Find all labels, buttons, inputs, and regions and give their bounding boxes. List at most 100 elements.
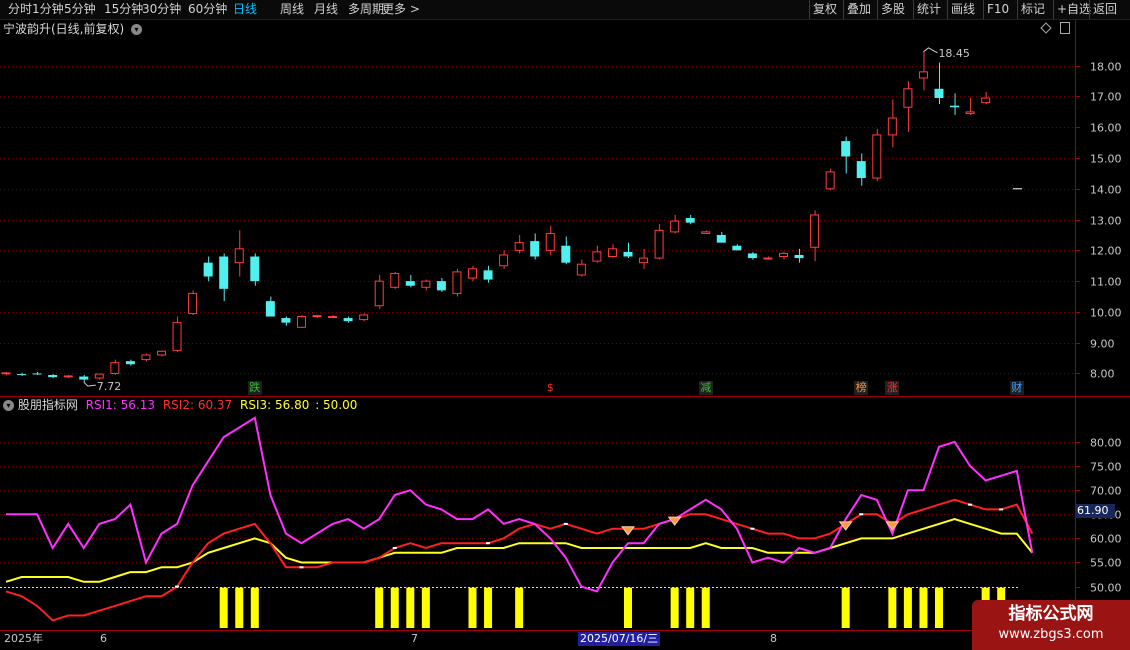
- low-price-label: 7.72: [97, 380, 122, 393]
- chevron-down-icon[interactable]: ▾: [3, 400, 14, 411]
- rsi2-label: RSI2: 60.37: [162, 398, 233, 412]
- candle: [234, 230, 244, 277]
- rsi3-label: RSI3: 56.80: [240, 398, 310, 412]
- signal-bar: [484, 587, 493, 628]
- candle: [794, 248, 804, 263]
- signal-bar: [670, 587, 679, 628]
- candle-body: [296, 316, 306, 328]
- signal-bar: [515, 587, 524, 628]
- candle-body: [732, 245, 742, 251]
- signal-bar: [888, 587, 897, 628]
- candle: [903, 81, 913, 132]
- signal-bar: [624, 587, 632, 628]
- candle: [157, 350, 166, 357]
- event-tag[interactable]: 财: [1009, 381, 1024, 395]
- candle: [421, 279, 431, 291]
- candle: [545, 225, 555, 255]
- rsi-tick-label: 75.00: [1090, 461, 1122, 474]
- candle: [934, 62, 944, 105]
- candle: [483, 265, 493, 283]
- candle: [779, 251, 788, 260]
- candle-body: [312, 315, 322, 318]
- event-tag[interactable]: 跌: [247, 381, 262, 395]
- high-marker: [923, 47, 938, 54]
- candle: [654, 224, 664, 260]
- event-tag[interactable]: 涨: [885, 381, 900, 395]
- indicator-name[interactable]: 股朋指标网: [18, 398, 78, 412]
- candle: [405, 274, 415, 288]
- candle: [141, 353, 151, 362]
- candle-body: [203, 262, 213, 277]
- candle-body: [654, 229, 664, 259]
- candle: [63, 374, 73, 379]
- date-selected[interactable]: 2025/07/16/三: [578, 632, 661, 646]
- candle-body: [94, 373, 104, 379]
- rsi-marker: [392, 547, 397, 550]
- event-tag[interactable]: 榜: [854, 381, 869, 395]
- candle: [747, 251, 757, 260]
- candle-body: [561, 245, 571, 263]
- candle-body: [48, 374, 58, 378]
- candle: [219, 253, 229, 302]
- candle-body: [592, 251, 602, 262]
- candle-body: [483, 270, 493, 280]
- price-tick-label: 14.00: [1090, 184, 1122, 197]
- candle: [281, 316, 291, 326]
- candle-body: [421, 280, 431, 288]
- candle: [825, 168, 835, 191]
- candle: [359, 313, 369, 322]
- candle: [607, 244, 617, 259]
- date-june: 6: [100, 632, 107, 645]
- stock-chart[interactable]: 18.00 17.00 16.00 15.00 14.00 13.00 12.00 11.00…: [0, 0, 1130, 650]
- event-tag[interactable]: $: [543, 381, 557, 395]
- candle: [701, 230, 711, 234]
- candle: [48, 374, 58, 379]
- candle: [94, 373, 104, 380]
- rsi-tick-label: 55.00: [1090, 557, 1122, 570]
- signal-bar: [375, 587, 384, 628]
- signal-bar: [250, 587, 259, 628]
- price-tick-label: 10.00: [1090, 307, 1122, 320]
- candle-body: [63, 375, 73, 378]
- candle-body: [436, 281, 446, 291]
- candle: [125, 359, 135, 366]
- signal-bar: [406, 587, 415, 628]
- candle-body: [530, 241, 540, 257]
- candle: [965, 98, 975, 115]
- candle: [265, 296, 275, 317]
- candle-body: [607, 248, 617, 258]
- signal-bar: [235, 587, 244, 628]
- candle: [872, 128, 882, 182]
- candle-body: [172, 322, 182, 351]
- high-price-label: 18.45: [938, 47, 970, 60]
- rsi-marker: [299, 566, 304, 569]
- indicator-header: ▾ 股朋指标网 RSI1: 56.13 RSI2: 60.37 RSI3: 56…: [0, 397, 357, 413]
- candle: [296, 314, 306, 328]
- candle-body: [514, 242, 524, 251]
- candle-body: [670, 220, 680, 233]
- signal-bar: [219, 587, 228, 628]
- candle-body: [405, 281, 415, 286]
- candle: [343, 316, 353, 323]
- candle-body: [779, 252, 788, 258]
- candle: [950, 93, 960, 115]
- candle-body: [141, 354, 151, 361]
- watermark-logo: 指标公式网 www.zbgs3.com: [972, 600, 1130, 650]
- candle: [172, 316, 182, 352]
- candle: [841, 136, 851, 174]
- event-tag[interactable]: 减: [698, 381, 713, 395]
- candle-body: [856, 161, 866, 179]
- candle-body: [32, 373, 42, 375]
- candle: [188, 290, 198, 315]
- candle: [390, 271, 400, 289]
- candle-body: [716, 234, 726, 243]
- candle-body: [639, 257, 649, 264]
- candle-body: [981, 97, 991, 104]
- candle: [592, 245, 602, 263]
- rsi-marker: [750, 527, 755, 530]
- signal-bar: [903, 587, 912, 628]
- candle-body: [763, 257, 773, 260]
- candle-body: [841, 141, 851, 157]
- rsi-marker: [486, 542, 491, 545]
- candle-body: [125, 361, 135, 365]
